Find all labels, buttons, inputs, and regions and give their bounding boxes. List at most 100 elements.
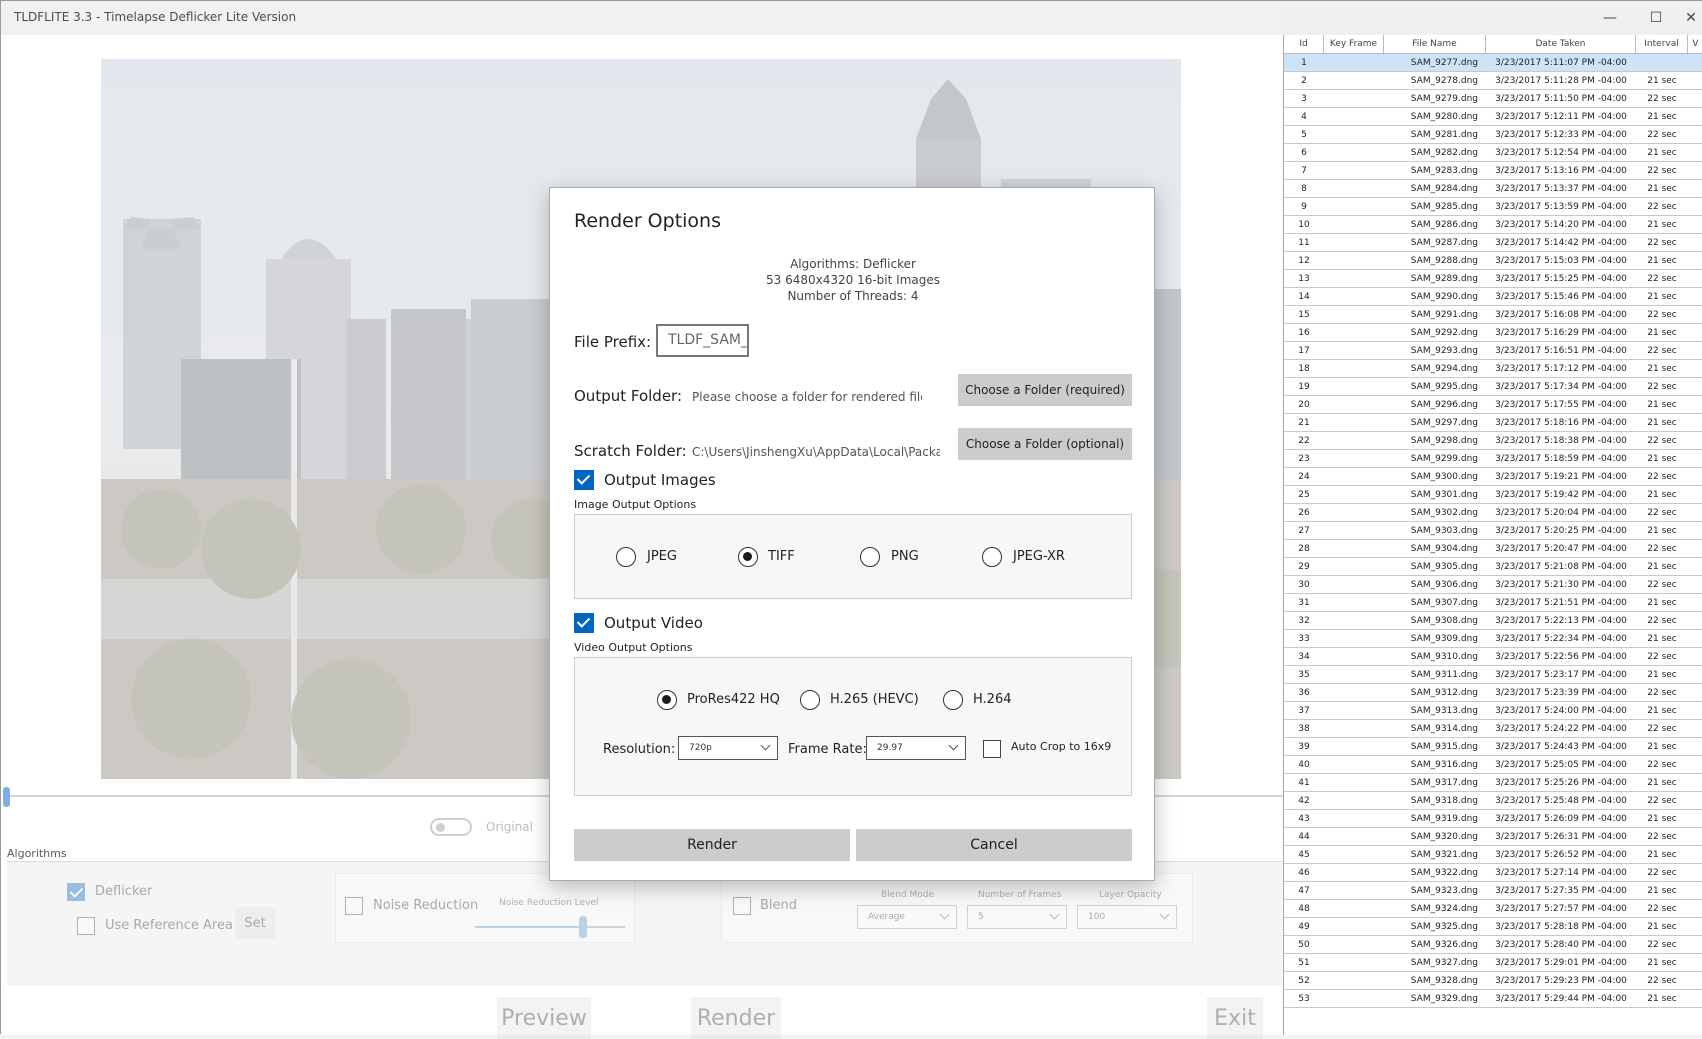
dialog-cancel-button[interactable]: Cancel (856, 829, 1132, 861)
table-row[interactable]: 5 SAM_9281.dng 3/23/2017 5:12:33 PM -04:00… (1284, 126, 1702, 144)
table-row[interactable]: 8 SAM_9284.dng 3/23/2017 5:13:37 PM -04:00… (1284, 180, 1702, 198)
table-row[interactable]: 34 SAM_9310.dng 3/23/2017 5:22:56 PM -04:0… (1284, 648, 1702, 666)
table-row[interactable]: 44 SAM_9320.dng 3/23/2017 5:26:31 PM -04:0… (1284, 828, 1702, 846)
cell-date-taken: 3/23/2017 5:22:13 PM -04:00 (1495, 615, 1627, 626)
output-images-checkbox[interactable] (574, 470, 594, 490)
table-row[interactable]: 27 SAM_9303.dng 3/23/2017 5:20:25 PM -04:0… (1284, 522, 1702, 540)
cell-key-frame (1324, 738, 1384, 755)
table-row[interactable]: 49 SAM_9325.dng 3/23/2017 5:28:18 PM -04:0… (1284, 918, 1702, 936)
table-row[interactable]: 10 SAM_9286.dng 3/23/2017 5:14:20 PM -04:0… (1284, 216, 1702, 234)
table-row[interactable]: 24 SAM_9300.dng 3/23/2017 5:19:21 PM -04:0… (1284, 468, 1702, 486)
cell-id: 8 (1301, 183, 1307, 194)
cell-key-frame (1324, 198, 1384, 215)
minimize-button[interactable]: — (1587, 1, 1633, 35)
table-row[interactable]: 36 SAM_9312.dng 3/23/2017 5:23:39 PM -04:0… (1284, 684, 1702, 702)
cell-interval: 21 sec (1647, 363, 1677, 374)
file-prefix-input[interactable]: TLDF_SAM_ (656, 324, 749, 357)
table-row[interactable]: 16 SAM_9292.dng 3/23/2017 5:16:29 PM -04:0… (1284, 324, 1702, 342)
column-header-date-taken[interactable]: Date Taken (1486, 35, 1636, 53)
table-row[interactable]: 51 SAM_9327.dng 3/23/2017 5:29:01 PM -04:0… (1284, 954, 1702, 972)
table-row[interactable]: 1 SAM_9277.dng 3/23/2017 5:11:07 PM -04:00 (1284, 54, 1702, 72)
cell-interval: 21 sec (1647, 957, 1677, 968)
output-video-checkbox[interactable] (574, 613, 594, 633)
resolution-dropdown[interactable]: 720p (678, 736, 778, 760)
cell-id: 9 (1301, 201, 1307, 212)
table-row[interactable]: 9 SAM_9285.dng 3/23/2017 5:13:59 PM -04:00… (1284, 198, 1702, 216)
table-row[interactable]: 43 SAM_9319.dng 3/23/2017 5:26:09 PM -04:0… (1284, 810, 1702, 828)
info-algorithms: Algorithms: Deflicker (790, 257, 916, 271)
table-row[interactable]: 15 SAM_9291.dng 3/23/2017 5:16:08 PM -04:0… (1284, 306, 1702, 324)
table-row[interactable]: 26 SAM_9302.dng 3/23/2017 5:20:04 PM -04:0… (1284, 504, 1702, 522)
table-row[interactable]: 22 SAM_9298.dng 3/23/2017 5:18:38 PM -04:0… (1284, 432, 1702, 450)
table-row[interactable]: 6 SAM_9282.dng 3/23/2017 5:12:54 PM -04:00… (1284, 144, 1702, 162)
table-row[interactable]: 18 SAM_9294.dng 3/23/2017 5:17:12 PM -04:0… (1284, 360, 1702, 378)
table-row[interactable]: 28 SAM_9304.dng 3/23/2017 5:20:47 PM -04:0… (1284, 540, 1702, 558)
table-row[interactable]: 42 SAM_9318.dng 3/23/2017 5:25:48 PM -04:0… (1284, 792, 1702, 810)
table-row[interactable]: 19 SAM_9295.dng 3/23/2017 5:17:34 PM -04:0… (1284, 378, 1702, 396)
column-header-file-name[interactable]: File Name (1384, 35, 1486, 53)
table-row[interactable]: 23 SAM_9299.dng 3/23/2017 5:18:59 PM -04:0… (1284, 450, 1702, 468)
table-row[interactable]: 7 SAM_9283.dng 3/23/2017 5:13:16 PM -04:00… (1284, 162, 1702, 180)
maximize-button[interactable]: ☐ (1633, 1, 1679, 35)
column-header-key-frame[interactable]: Key Frame (1324, 35, 1384, 53)
table-row[interactable]: 50 SAM_9326.dng 3/23/2017 5:28:40 PM -04:0… (1284, 936, 1702, 954)
cell-id: 42 (1298, 795, 1310, 806)
table-row[interactable]: 39 SAM_9315.dng 3/23/2017 5:24:43 PM -04:0… (1284, 738, 1702, 756)
close-button[interactable]: ✕ (1679, 1, 1702, 35)
table-row[interactable]: 29 SAM_9305.dng 3/23/2017 5:21:08 PM -04:0… (1284, 558, 1702, 576)
cell-key-frame (1324, 504, 1384, 521)
radio-h265-hevc[interactable] (800, 690, 820, 710)
table-row[interactable]: 53 SAM_9329.dng 3/23/2017 5:29:44 PM -04:0… (1284, 990, 1702, 1008)
table-row[interactable]: 40 SAM_9316.dng 3/23/2017 5:25:05 PM -04:0… (1284, 756, 1702, 774)
cell-file-name: SAM_9320.dng (1410, 831, 1478, 842)
column-header-interval[interactable]: Interval (1636, 35, 1688, 53)
table-row[interactable]: 4 SAM_9280.dng 3/23/2017 5:12:11 PM -04:00… (1284, 108, 1702, 126)
table-row[interactable]: 14 SAM_9290.dng 3/23/2017 5:15:46 PM -04:0… (1284, 288, 1702, 306)
table-row[interactable]: 17 SAM_9293.dng 3/23/2017 5:16:51 PM -04:0… (1284, 342, 1702, 360)
table-row[interactable]: 25 SAM_9301.dng 3/23/2017 5:19:42 PM -04:0… (1284, 486, 1702, 504)
table-row[interactable]: 11 SAM_9287.dng 3/23/2017 5:14:42 PM -04:0… (1284, 234, 1702, 252)
cell-id: 32 (1298, 615, 1310, 626)
table-row[interactable]: 21 SAM_9297.dng 3/23/2017 5:18:16 PM -04:0… (1284, 414, 1702, 432)
cell-key-frame (1324, 630, 1384, 647)
frame-rate-dropdown[interactable]: 29.97 (866, 736, 966, 760)
cell-date-taken: 3/23/2017 5:15:46 PM -04:00 (1495, 291, 1627, 302)
table-row[interactable]: 20 SAM_9296.dng 3/23/2017 5:17:55 PM -04:0… (1284, 396, 1702, 414)
cell-interval: 22 sec (1647, 903, 1677, 914)
radio-tiff[interactable] (738, 547, 758, 567)
table-row[interactable]: 33 SAM_9309.dng 3/23/2017 5:22:34 PM -04:0… (1284, 630, 1702, 648)
choose-output-folder-button[interactable]: Choose a Folder (required) (958, 374, 1132, 406)
cell-id: 20 (1298, 399, 1310, 410)
table-row[interactable]: 37 SAM_9313.dng 3/23/2017 5:24:00 PM -04:0… (1284, 702, 1702, 720)
table-row[interactable]: 46 SAM_9322.dng 3/23/2017 5:27:14 PM -04:0… (1284, 864, 1702, 882)
radio-jpeg[interactable] (616, 547, 636, 567)
cell-key-frame (1324, 252, 1384, 269)
auto-crop-checkbox[interactable] (983, 740, 1001, 758)
column-header-id[interactable]: Id (1284, 35, 1324, 53)
choose-scratch-folder-button[interactable]: Choose a Folder (optional) (958, 428, 1132, 460)
table-row[interactable]: 35 SAM_9311.dng 3/23/2017 5:23:17 PM -04:0… (1284, 666, 1702, 684)
radio-jpeg-xr[interactable] (982, 547, 1002, 567)
radio-h264[interactable] (943, 690, 963, 710)
cell-key-frame (1324, 306, 1384, 323)
table-row[interactable]: 30 SAM_9306.dng 3/23/2017 5:21:30 PM -04:0… (1284, 576, 1702, 594)
table-row[interactable]: 48 SAM_9324.dng 3/23/2017 5:27:57 PM -04:0… (1284, 900, 1702, 918)
table-row[interactable]: 45 SAM_9321.dng 3/23/2017 5:26:52 PM -04:0… (1284, 846, 1702, 864)
table-row[interactable]: 2 SAM_9278.dng 3/23/2017 5:11:28 PM -04:00… (1284, 72, 1702, 90)
table-row[interactable]: 41 SAM_9317.dng 3/23/2017 5:25:26 PM -04:0… (1284, 774, 1702, 792)
dialog-render-button[interactable]: Render (574, 829, 850, 861)
cell-file-name: SAM_9318.dng (1410, 795, 1478, 806)
radio-prores422-hq[interactable] (657, 690, 677, 710)
cell-date-taken: 3/23/2017 5:17:55 PM -04:00 (1495, 399, 1627, 410)
table-row[interactable]: 52 SAM_9328.dng 3/23/2017 5:29:23 PM -04:0… (1284, 972, 1702, 990)
radio-png[interactable] (860, 547, 880, 567)
table-row[interactable]: 47 SAM_9323.dng 3/23/2017 5:27:35 PM -04:0… (1284, 882, 1702, 900)
table-row[interactable]: 31 SAM_9307.dng 3/23/2017 5:21:51 PM -04:0… (1284, 594, 1702, 612)
table-row[interactable]: 38 SAM_9314.dng 3/23/2017 5:24:22 PM -04:0… (1284, 720, 1702, 738)
column-header-v[interactable]: V (1688, 35, 1702, 53)
table-row[interactable]: 12 SAM_9288.dng 3/23/2017 5:15:03 PM -04:0… (1284, 252, 1702, 270)
cell-date-taken: 3/23/2017 5:20:25 PM -04:00 (1495, 525, 1627, 536)
table-row[interactable]: 32 SAM_9308.dng 3/23/2017 5:22:13 PM -04:0… (1284, 612, 1702, 630)
table-row[interactable]: 3 SAM_9279.dng 3/23/2017 5:11:50 PM -04:00… (1284, 90, 1702, 108)
table-row[interactable]: 13 SAM_9289.dng 3/23/2017 5:15:25 PM -04:0… (1284, 270, 1702, 288)
